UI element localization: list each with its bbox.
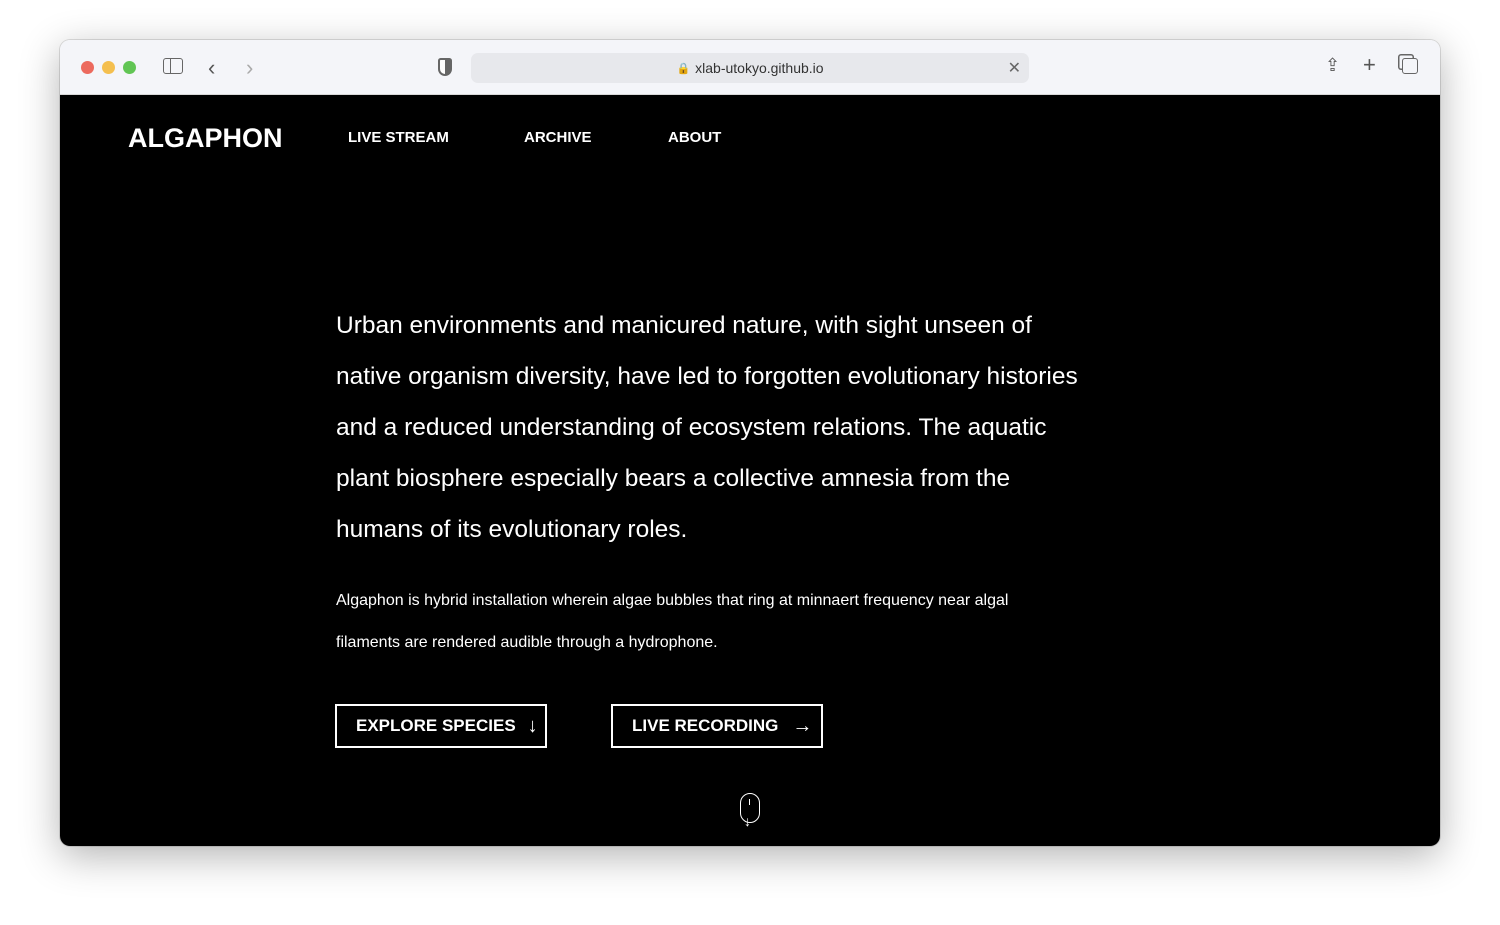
explore-species-label: EXPLORE SPECIES bbox=[356, 716, 516, 735]
sidebar-toggle-icon[interactable] bbox=[163, 58, 183, 74]
live-recording-button[interactable]: LIVE RECORDING → bbox=[611, 704, 823, 748]
browser-window: ‹ › 🔒 xlab-utokyo.github.io ✕ ⇪ + ALGAPH… bbox=[60, 40, 1440, 846]
forward-icon[interactable]: › bbox=[246, 57, 253, 79]
hero-lead-text: Urban environments and manicured nature,… bbox=[336, 312, 1078, 543]
privacy-shield-icon[interactable] bbox=[438, 58, 452, 76]
arrow-down-icon: ↓ bbox=[527, 714, 538, 737]
mouse-scroll-icon[interactable]: ↓ bbox=[740, 793, 760, 828]
lock-icon: 🔒 bbox=[676, 62, 691, 75]
close-window-button[interactable] bbox=[81, 61, 94, 74]
nav-about[interactable]: ABOUT bbox=[668, 129, 721, 146]
back-icon[interactable]: ‹ bbox=[208, 57, 215, 79]
explore-species-button[interactable]: EXPLORE SPECIES ↓ bbox=[335, 704, 547, 748]
share-icon[interactable]: ⇪ bbox=[1325, 56, 1340, 74]
browser-toolbar: ‹ › 🔒 xlab-utokyo.github.io ✕ ⇪ + bbox=[60, 40, 1440, 95]
live-recording-label: LIVE RECORDING bbox=[632, 716, 779, 735]
arrow-right-icon: → bbox=[792, 714, 813, 737]
clear-url-icon[interactable]: ✕ bbox=[1008, 58, 1021, 78]
tab-overview-icon[interactable] bbox=[1402, 58, 1418, 74]
minimize-window-button[interactable] bbox=[102, 61, 115, 74]
hero-description: Algaphon is hybrid installation wherein … bbox=[336, 592, 1009, 651]
address-bar[interactable]: 🔒 xlab-utokyo.github.io ✕ bbox=[471, 53, 1029, 83]
nav-live-stream[interactable]: LIVE STREAM bbox=[348, 129, 449, 146]
nav-archive[interactable]: ARCHIVE bbox=[524, 129, 592, 146]
page-content: ALGAPHON LIVE STREAM ARCHIVE ABOUT Urban… bbox=[60, 95, 1440, 846]
new-tab-icon[interactable]: + bbox=[1363, 54, 1376, 76]
url-text: xlab-utokyo.github.io bbox=[695, 60, 824, 76]
maximize-window-button[interactable] bbox=[123, 61, 136, 74]
site-logo[interactable]: ALGAPHON bbox=[128, 123, 283, 154]
